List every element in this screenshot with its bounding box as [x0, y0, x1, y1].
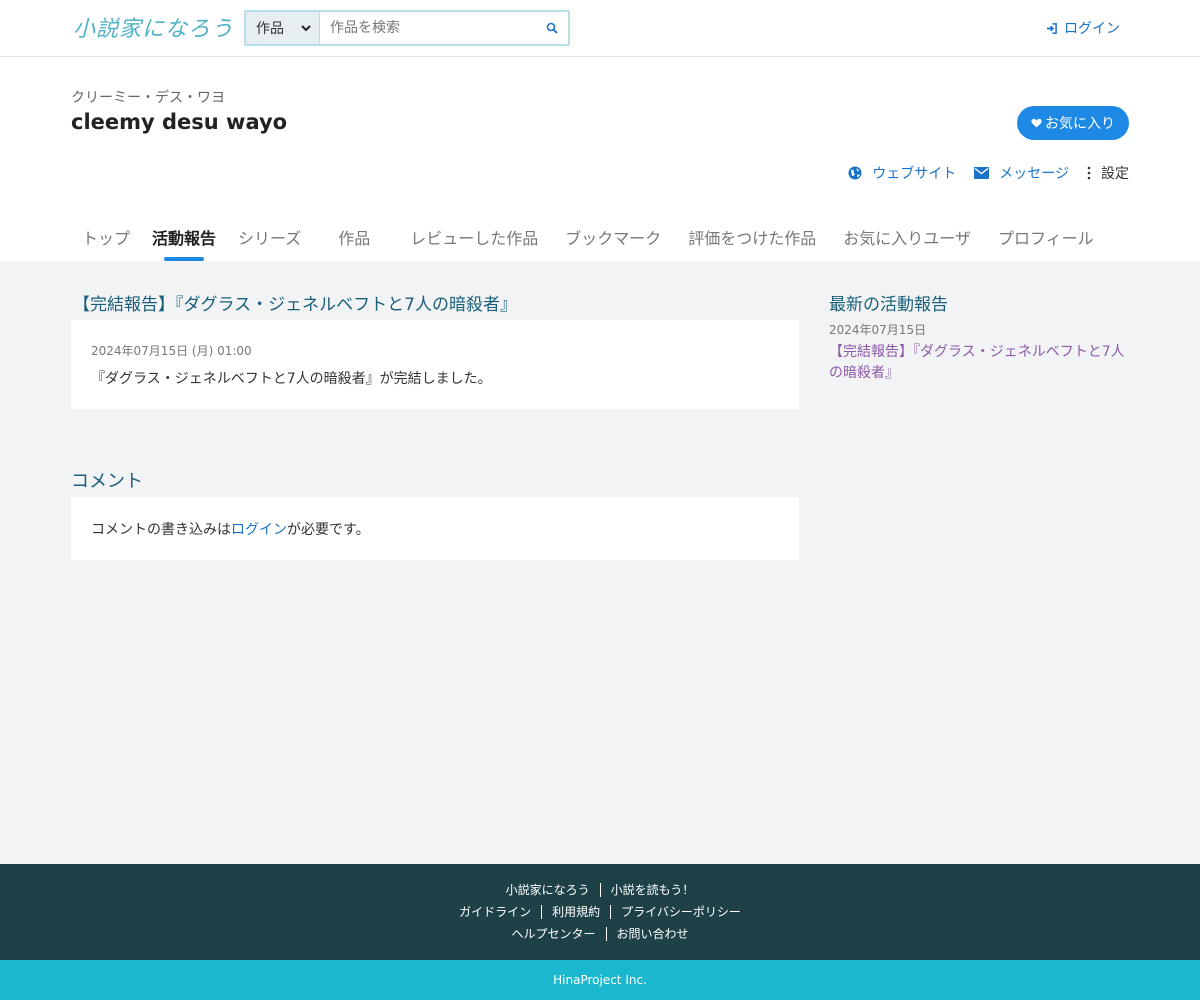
footer-link-narou[interactable]: 小説家になろう: [496, 883, 600, 897]
website-label: ウェブサイト: [872, 166, 957, 182]
comment-heading: コメント: [71, 471, 143, 492]
footer-row-3: ヘルプセンター お問い合わせ: [0, 927, 1200, 941]
report-date: 2024年07月15日 (月) 01:00: [91, 344, 252, 358]
tab-profile[interactable]: プロフィール: [987, 225, 1105, 261]
footer-row-1: 小説家になろう 小説を読もう！: [0, 883, 1200, 897]
tab-series[interactable]: シリーズ: [227, 225, 327, 261]
site-footer: 小説家になろう 小説を読もう！ ガイドライン 利用規約 プライバシーポリシー ヘ…: [0, 864, 1200, 960]
sign-in-icon: [1046, 22, 1057, 34]
copyright-bar: HinaProject Inc.: [0, 960, 1200, 1000]
comment-card: コメントの書き込みはログインが必要です。: [71, 497, 799, 560]
profile-tabs: トップ 活動報告 シリーズ 作品 レビューした作品 ブックマーク 評価をつけた作…: [71, 225, 1105, 261]
copyright-text: HinaProject Inc.: [553, 973, 647, 987]
favorite-label: お気に入り: [1045, 116, 1115, 132]
tab-bookmarks[interactable]: ブックマーク: [554, 225, 677, 261]
add-favorite-button[interactable]: お気に入り: [1017, 106, 1129, 140]
report-title: 【完結報告】『ダグラス・ジェネルベフトと7人の暗殺者』: [73, 295, 517, 315]
report-body: 『ダグラス・ジェネルベフトと7人の暗殺者』が完結しました。: [91, 371, 492, 387]
website-link[interactable]: ウェブサイト: [848, 163, 956, 183]
search-category-value: 作品: [256, 21, 284, 37]
search-button[interactable]: [536, 12, 568, 44]
login-link[interactable]: ログイン: [1046, 18, 1120, 38]
message-label: メッセージ: [999, 166, 1069, 182]
comment-notice-prefix: コメントの書き込みは: [91, 522, 231, 538]
search-icon: [546, 22, 558, 34]
envelope-icon: [974, 167, 990, 179]
tab-activity-report[interactable]: 活動報告: [141, 225, 227, 261]
latest-report-date: 2024年07月15日: [829, 323, 927, 337]
tab-favorite-users[interactable]: お気に入りユーザ: [832, 225, 987, 261]
footer-link-help[interactable]: ヘルプセンター: [501, 927, 605, 941]
globe-icon: [848, 166, 862, 180]
tab-rated-works[interactable]: 評価をつけた作品: [677, 225, 832, 261]
footer-link-contact[interactable]: お問い合わせ: [605, 927, 699, 941]
login-label: ログイン: [1064, 21, 1120, 37]
logo-text: 小説家になろう: [73, 17, 235, 42]
footer-link-guidelines[interactable]: ガイドライン: [449, 905, 541, 919]
footer-row-2: ガイドライン 利用規約 プライバシーポリシー: [0, 905, 1200, 919]
kebab-menu-icon: [1087, 166, 1091, 180]
footer-link-terms[interactable]: 利用規約: [541, 905, 610, 919]
footer-link-privacy[interactable]: プライバシーポリシー: [610, 905, 751, 919]
site-header: 小説家になろう 作品 ログイン: [0, 0, 1200, 57]
user-name: cleemy desu wayo: [71, 110, 288, 134]
comment-notice-suffix: が必要です。: [287, 522, 370, 538]
profile-actions: ウェブサイト メッセージ 設定: [830, 163, 1129, 183]
latest-reports-heading: 最新の活動報告: [829, 295, 948, 315]
settings-menu[interactable]: 設定: [1087, 163, 1129, 183]
search-category-select[interactable]: 作品: [246, 12, 320, 44]
search-input[interactable]: [320, 12, 536, 44]
tab-reviewed-works[interactable]: レビューした作品: [396, 225, 554, 261]
comment-login-link[interactable]: ログイン: [231, 522, 287, 538]
comment-login-notice: コメントの書き込みはログインが必要です。: [91, 519, 370, 539]
search-bar: 作品: [244, 10, 570, 46]
user-profile-header: クリーミー・デス・ワヨ cleemy desu wayo お気に入り ウェブサイ…: [0, 57, 1200, 261]
site-logo[interactable]: 小説家になろう: [71, 9, 233, 45]
footer-link-yomou[interactable]: 小説を読もう！: [599, 883, 705, 897]
latest-report-link[interactable]: 【完結報告】『ダグラス・ジェネルベフトと7人の暗殺者』: [829, 342, 1129, 384]
report-card: 2024年07月15日 (月) 01:00 『ダグラス・ジェネルベフトと7人の暗…: [71, 320, 799, 409]
message-link[interactable]: メッセージ: [974, 163, 1069, 183]
settings-label: 設定: [1101, 166, 1129, 182]
user-kana-name: クリーミー・デス・ワヨ: [71, 90, 225, 106]
tab-works[interactable]: 作品: [327, 225, 396, 261]
chevron-down-icon: [301, 25, 311, 32]
tab-top[interactable]: トップ: [71, 225, 141, 261]
heart-icon: [1031, 118, 1042, 128]
